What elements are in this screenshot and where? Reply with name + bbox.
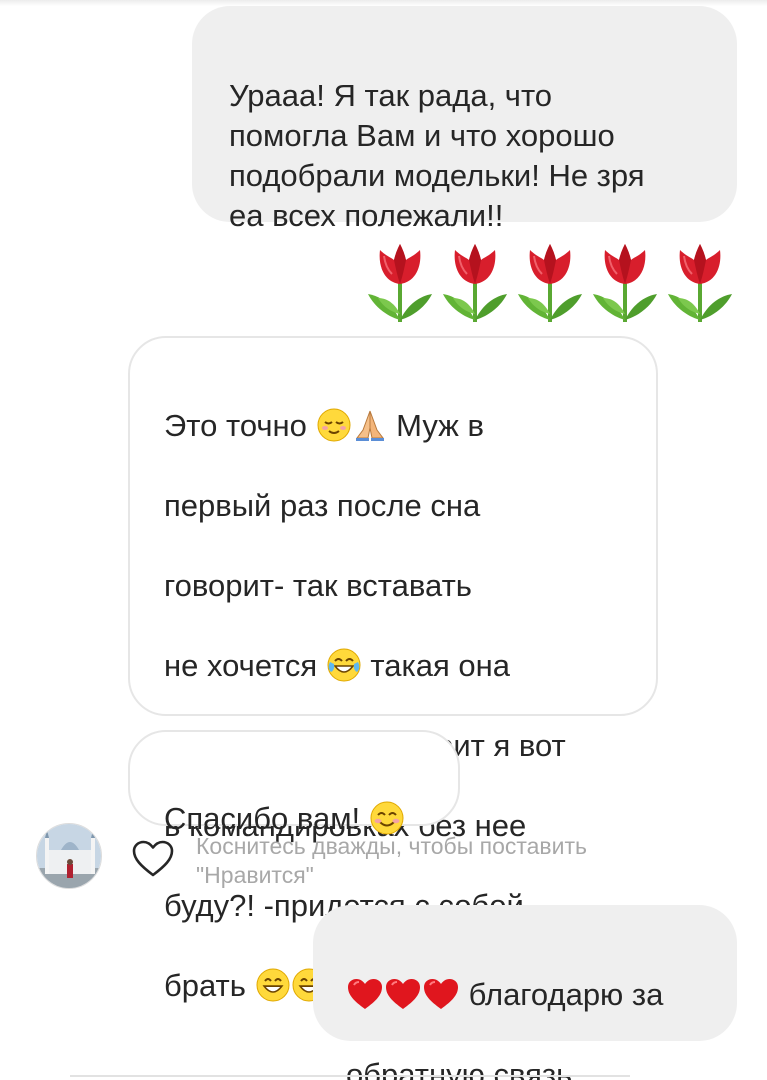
outgoing-message-bubble[interactable]: Урааа! Я так рада, что помогла Вам и что…	[192, 6, 737, 233]
incoming-message-bubble[interactable]: Это точно Муж в первый раз после сна гов…	[128, 336, 658, 1003]
red-heart-emoji	[346, 977, 384, 1011]
message-line: говорит- так вставать	[164, 568, 472, 603]
double-tap-like-hint: Коснитесь дважды, чтобы поставить "Нрави…	[196, 833, 588, 888]
folded-hands-emoji	[355, 410, 384, 441]
message-text: благодарю за	[460, 977, 664, 1012]
incoming-message-bubble[interactable]: Спасибо вам!	[128, 730, 460, 836]
message-text: такая она	[361, 648, 510, 683]
outgoing-message-bubble[interactable]: благодарю за обратную связь	[313, 905, 737, 1080]
red-heart-emoji	[384, 977, 422, 1011]
message-text: Спасибо вам!	[164, 801, 369, 836]
relieved-face-emoji	[317, 408, 351, 442]
message-text: брать	[164, 968, 255, 1003]
message-line: первый раз после сна	[164, 488, 481, 523]
message-line: не хочется такая она	[164, 646, 636, 686]
red-heart-emoji	[422, 977, 460, 1011]
message-text: Муж в	[387, 408, 484, 443]
bottom-divider	[70, 1075, 630, 1080]
tears-of-joy-emoji	[327, 648, 361, 682]
message-text: Урааа! Я так рада, что помогла Вам и что…	[229, 78, 645, 233]
tulip-emoji	[589, 240, 661, 324]
smiling-face-emoji	[370, 801, 404, 835]
message-text: Это точно	[164, 408, 316, 443]
message-line: Это точно Муж в	[164, 406, 636, 446]
grinning-face-emoji	[256, 968, 290, 1002]
tulip-emoji	[664, 240, 736, 324]
sender-avatar[interactable]	[36, 823, 102, 889]
tulip-emoji	[439, 240, 511, 324]
message-text: не хочется	[164, 648, 326, 683]
tulip-emoji	[364, 240, 436, 324]
tulip-emoji-message[interactable]	[364, 240, 736, 324]
mosque-photo-thumbnail	[37, 824, 101, 888]
heart-outline-icon[interactable]	[131, 839, 175, 879]
message-line: благодарю за	[346, 975, 717, 1015]
tulip-emoji	[514, 240, 586, 324]
